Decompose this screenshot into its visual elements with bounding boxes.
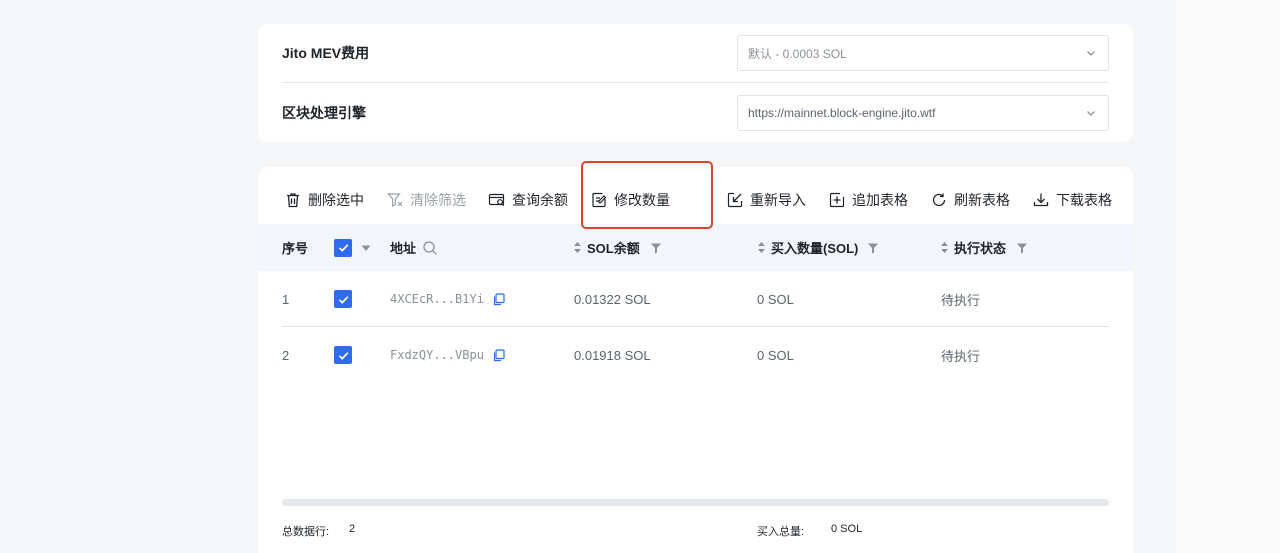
column-buy-amount-label: 买入数量(SOL) — [771, 241, 859, 256]
column-header-sol-balance[interactable]: SOL余额 — [573, 224, 662, 271]
column-header-index: 序号 — [282, 224, 308, 271]
append-table-label: 追加表格 — [852, 192, 908, 208]
filter-clear-icon — [387, 193, 403, 208]
delete-selected-button[interactable]: 删除选中 — [284, 187, 364, 213]
clear-filter-label: 清除筛选 — [410, 192, 466, 208]
import-icon — [727, 192, 743, 208]
column-address-label: 地址 — [390, 241, 417, 256]
total-buy-value: 0 SOL — [831, 523, 863, 535]
modify-quantity-label: 修改数量 — [614, 192, 670, 208]
add-square-icon — [829, 192, 845, 208]
row-sol-balance: 0.01918 SOL — [574, 347, 651, 363]
block-engine-value: https://mainnet.block-engine.jito.wtf — [748, 105, 936, 120]
append-table-button[interactable]: 追加表格 — [828, 187, 908, 213]
row-checkbox[interactable] — [334, 290, 352, 308]
wallet-table-card: 删除选中 清除筛选 查询余额 修改数量 重新导入 追加表格 刷新表格 下载表格 — [258, 167, 1133, 553]
chevron-down-icon — [1087, 110, 1095, 116]
reimport-button[interactable]: 重新导入 — [726, 187, 806, 213]
chevron-down-icon — [1087, 51, 1095, 56]
refresh-table-label: 刷新表格 — [954, 192, 1010, 208]
row-sol-balance: 0.01322 SOL — [574, 291, 651, 307]
jito-fee-value: 默认 - 0.0003 SOL — [748, 46, 847, 61]
download-table-button[interactable]: 下载表格 — [1032, 187, 1112, 213]
row-status: 待执行 — [941, 348, 981, 364]
reimport-label: 重新导入 — [750, 192, 806, 208]
search-icon[interactable] — [422, 240, 438, 256]
row-select-cell — [334, 327, 352, 383]
row-status: 待执行 — [941, 292, 981, 308]
right-panel-background — [1176, 0, 1280, 553]
sort-icon[interactable] — [757, 241, 766, 254]
wallet-search-icon — [488, 193, 505, 207]
edit-document-icon — [592, 192, 607, 208]
sort-icon[interactable] — [940, 241, 949, 254]
row-checkbox[interactable] — [334, 346, 352, 364]
table-footer: 总数据行: 2 买入总量: 0 SOL — [282, 523, 1109, 539]
table-header: 序号 地址 SOL余额 买入数量(SOL) 执行状态 — [258, 224, 1133, 271]
jito-fee-label: Jito MEV费用 — [282, 45, 370, 61]
jito-fee-row: Jito MEV费用 默认 - 0.0003 SOL — [282, 24, 1109, 83]
total-rows-value: 2 — [349, 523, 356, 535]
row-index: 2 — [282, 347, 290, 363]
checkmark-icon — [338, 244, 348, 252]
block-engine-select[interactable]: https://mainnet.block-engine.jito.wtf — [737, 94, 1109, 131]
total-rows-label: 总数据行: — [282, 526, 330, 538]
row-address-cell: 4XCEcR...B1Yi — [390, 271, 505, 327]
copy-icon[interactable] — [492, 348, 505, 362]
query-balance-button[interactable]: 查询余额 — [488, 187, 568, 213]
caret-down-icon[interactable] — [360, 242, 372, 254]
row-buy-amount: 0 SOL — [757, 291, 794, 307]
download-icon — [1033, 193, 1049, 207]
table-row[interactable]: 1 4XCEcR...B1Yi 0.01322 SOL 0 SOL 待执行 — [282, 271, 1109, 327]
column-sol-balance-label: SOL余额 — [587, 241, 640, 256]
copy-icon[interactable] — [492, 292, 505, 306]
column-status-label: 执行状态 — [954, 241, 1007, 256]
row-index: 1 — [282, 291, 290, 307]
sort-icon[interactable] — [573, 241, 582, 254]
row-address: FxdzQY...VBpu — [390, 348, 484, 362]
jito-settings-card: Jito MEV费用 默认 - 0.0003 SOL 区块处理引擎 https:… — [258, 24, 1133, 142]
row-address: 4XCEcR...B1Yi — [390, 292, 484, 306]
column-header-buy-amount[interactable]: 买入数量(SOL) — [757, 224, 879, 271]
filter-icon[interactable] — [867, 242, 879, 254]
block-engine-label: 区块处理引擎 — [282, 104, 366, 121]
download-table-label: 下载表格 — [1056, 192, 1112, 208]
delete-selected-label: 删除选中 — [308, 192, 364, 208]
total-buy-label: 买入总量: — [757, 526, 805, 538]
horizontal-scrollbar[interactable] — [282, 499, 1109, 506]
checkmark-icon — [338, 351, 348, 360]
block-engine-row: 区块处理引擎 https://mainnet.block-engine.jito… — [282, 83, 1109, 142]
trash-icon — [287, 193, 299, 208]
query-balance-label: 查询余额 — [512, 192, 568, 208]
column-header-status[interactable]: 执行状态 — [940, 224, 1028, 271]
column-index-label: 序号 — [282, 241, 309, 256]
table-toolbar: 删除选中 清除筛选 查询余额 修改数量 重新导入 追加表格 刷新表格 下载表格 — [282, 187, 1112, 213]
checkmark-icon — [338, 295, 348, 304]
modify-quantity-button[interactable]: 修改数量 — [590, 187, 670, 213]
clear-filter-button[interactable]: 清除筛选 — [386, 187, 466, 213]
row-address-cell: FxdzQY...VBpu — [390, 327, 505, 383]
table-row[interactable]: 2 FxdzQY...VBpu 0.01918 SOL 0 SOL 待执行 — [282, 327, 1109, 383]
select-all-control — [334, 224, 372, 271]
column-header-address: 地址 — [390, 224, 438, 271]
filter-icon[interactable] — [650, 242, 662, 254]
jito-fee-select[interactable]: 默认 - 0.0003 SOL — [737, 35, 1109, 71]
filter-icon[interactable] — [1016, 242, 1028, 254]
refresh-table-button[interactable]: 刷新表格 — [930, 187, 1010, 213]
select-all-checkbox[interactable] — [334, 238, 352, 257]
row-select-cell — [334, 271, 352, 327]
row-buy-amount: 0 SOL — [757, 347, 794, 363]
refresh-icon — [932, 193, 946, 207]
